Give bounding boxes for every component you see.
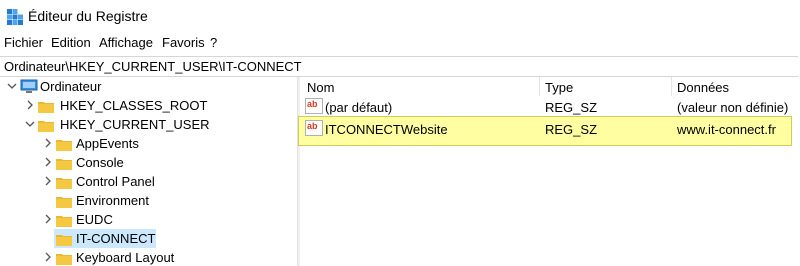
chevron-right-icon[interactable]: [42, 251, 54, 263]
column-separator[interactable]: [671, 77, 672, 96]
window-title: Éditeur du Registre: [28, 8, 148, 24]
value-data: (valeur non définie): [677, 100, 789, 115]
column-header-data[interactable]: Données: [677, 80, 729, 95]
chevron-right-icon[interactable]: [42, 175, 54, 187]
tree-label: IT-CONNECT: [76, 231, 156, 246]
chevron-down-icon[interactable]: [6, 80, 18, 92]
tree-label: HKEY_CLASSES_ROOT: [60, 98, 208, 113]
folder-icon: [56, 254, 72, 265]
column-header-type[interactable]: Type: [545, 80, 573, 95]
value-type: REG_SZ: [545, 100, 598, 115]
value-name: (par défaut): [325, 100, 393, 115]
tree-label: EUDC: [76, 212, 113, 227]
svg-text:ab: ab: [307, 99, 318, 109]
chevron-right-icon[interactable]: [42, 213, 54, 225]
string-value-icon: ab: [305, 120, 323, 136]
folder-icon: [56, 197, 72, 208]
key-tree: Ordinateur HKEY_CLASSES_ROOT HKEY_CURREN…: [0, 77, 296, 266]
tree-label: Console: [76, 155, 124, 170]
folder-icon: [56, 235, 72, 246]
menu-fichier[interactable]: Fichier: [4, 35, 43, 50]
menu-edition[interactable]: Edition: [51, 35, 91, 50]
menu-help[interactable]: ?: [210, 35, 217, 50]
tree-label: Keyboard Layout: [76, 250, 175, 265]
string-value-icon: ab: [305, 98, 323, 114]
value-data: www.it-connect.fr: [677, 122, 776, 137]
svg-text:ab: ab: [307, 121, 318, 131]
folder-icon: [38, 102, 54, 113]
tree-label: HKEY_CURRENT_USER: [60, 117, 210, 132]
pane-splitter[interactable]: [297, 77, 300, 266]
chevron-down-icon[interactable]: [24, 118, 36, 130]
menu-affichage[interactable]: Affichage: [99, 35, 153, 50]
value-type: REG_SZ: [545, 122, 598, 137]
values-list: Nom Type Données ab (par défaut) REG_SZ …: [303, 77, 800, 266]
menu-favoris[interactable]: Favoris: [162, 35, 205, 50]
column-separator[interactable]: [539, 77, 540, 96]
tree-label: Environment: [76, 193, 149, 208]
registry-editor-icon: [7, 9, 23, 25]
chevron-right-icon[interactable]: [42, 156, 54, 168]
chevron-right-icon[interactable]: [42, 137, 54, 149]
computer-icon: [20, 79, 38, 93]
folder-icon: [56, 140, 72, 151]
address-path[interactable]: Ordinateur\HKEY_CURRENT_USER\IT-CONNECT: [4, 59, 302, 74]
tree-label: Control Panel: [76, 174, 155, 189]
tree-label: AppEvents: [76, 136, 139, 151]
folder-icon: [56, 159, 72, 170]
folder-icon: [56, 216, 72, 227]
title-bar: Éditeur du Registre: [0, 0, 800, 34]
folder-icon: [56, 178, 72, 189]
chevron-right-icon[interactable]: [24, 99, 36, 111]
folder-icon: [38, 121, 54, 132]
column-header-name[interactable]: Nom: [307, 80, 334, 95]
tree-label: Ordinateur: [40, 79, 102, 94]
value-name: ITCONNECTWebsite: [325, 122, 448, 137]
address-bar[interactable]: Ordinateur\HKEY_CURRENT_USER\IT-CONNECT: [0, 56, 798, 77]
